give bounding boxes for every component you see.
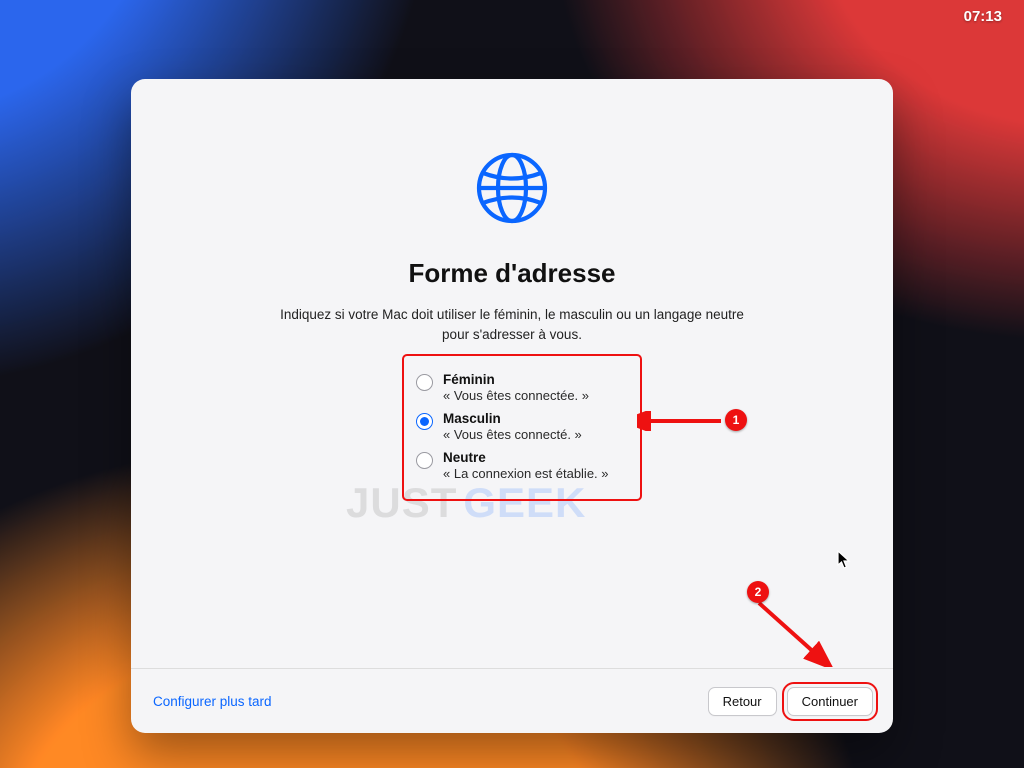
address-form-radio-group: Féminin « Vous êtes connectée. » Masculi… bbox=[402, 354, 642, 501]
configure-later-link[interactable]: Configurer plus tard bbox=[151, 690, 274, 713]
option-neutre[interactable]: Neutre « La connexion est établie. » bbox=[416, 450, 628, 481]
cursor-icon bbox=[837, 550, 851, 575]
menubar-clock: 07:13 bbox=[964, 8, 1002, 25]
option-masculin[interactable]: Masculin « Vous êtes connecté. » bbox=[416, 411, 628, 442]
dialog-subtitle: Indiquez si votre Mac doit utiliser le f… bbox=[277, 305, 747, 346]
globe-icon bbox=[475, 151, 549, 230]
annotation-badge-1: 1 bbox=[725, 409, 747, 431]
back-button[interactable]: Retour bbox=[708, 687, 777, 716]
dialog-body: Forme d'adresse Indiquez si votre Mac do… bbox=[131, 79, 893, 668]
dialog-footer: Configurer plus tard Retour Continuer bbox=[131, 668, 893, 733]
dialog-title: Forme d'adresse bbox=[131, 258, 893, 289]
annotation-badge-2: 2 bbox=[747, 581, 769, 603]
setup-dialog: Forme d'adresse Indiquez si votre Mac do… bbox=[131, 79, 893, 733]
option-label: Neutre bbox=[443, 450, 609, 465]
radio-icon bbox=[416, 452, 433, 469]
annotation-arrow-1 bbox=[637, 411, 727, 431]
radio-icon bbox=[416, 413, 433, 430]
option-example: « Vous êtes connecté. » bbox=[443, 427, 582, 442]
option-example: « Vous êtes connectée. » bbox=[443, 388, 589, 403]
option-feminin[interactable]: Féminin « Vous êtes connectée. » bbox=[416, 372, 628, 403]
radio-icon bbox=[416, 374, 433, 391]
option-label: Masculin bbox=[443, 411, 582, 426]
option-example: « La connexion est établie. » bbox=[443, 466, 609, 481]
option-label: Féminin bbox=[443, 372, 589, 387]
continue-button[interactable]: Continuer bbox=[787, 687, 873, 716]
annotation-arrow-2 bbox=[753, 597, 833, 667]
dialog-hero: Forme d'adresse Indiquez si votre Mac do… bbox=[131, 151, 893, 346]
